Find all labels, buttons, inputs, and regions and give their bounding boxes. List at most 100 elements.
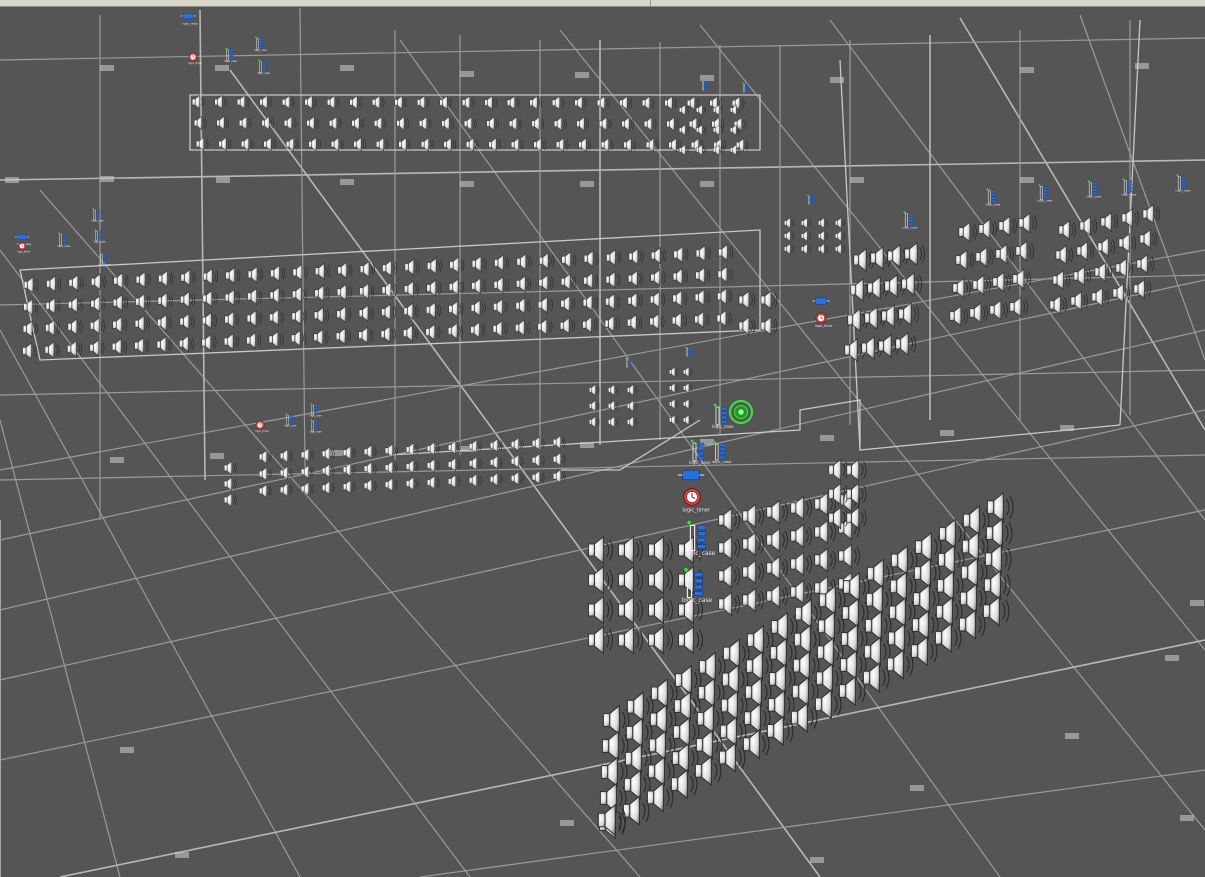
speaker-icon[interactable] [742, 587, 764, 613]
speaker-icon[interactable] [516, 253, 532, 271]
logic-case-icon[interactable] [1086, 179, 1098, 196]
speaker-icon[interactable] [801, 230, 812, 242]
speaker-icon[interactable] [912, 584, 940, 615]
speaker-icon[interactable] [363, 444, 377, 459]
speaker-icon[interactable] [576, 116, 590, 131]
logic-case-icon[interactable] [684, 345, 692, 357]
speaker-icon[interactable] [313, 306, 330, 324]
speaker-icon[interactable] [380, 325, 396, 343]
speaker-icon[interactable] [560, 295, 576, 313]
speaker-icon[interactable] [45, 319, 61, 337]
speaker-icon[interactable] [330, 137, 344, 152]
logic-relay-icon[interactable] [811, 297, 831, 305]
speaker-icon[interactable] [648, 730, 676, 761]
speaker-icon[interactable] [647, 535, 674, 565]
speaker-icon[interactable] [1100, 212, 1119, 232]
speaker-icon[interactable] [246, 310, 262, 327]
speaker-icon[interactable] [587, 625, 614, 655]
speaker-icon[interactable] [649, 313, 665, 331]
speaker-icon[interactable] [314, 284, 330, 302]
logic-case-icon[interactable] [1175, 173, 1187, 190]
speaker-icon[interactable] [359, 282, 375, 300]
speaker-icon[interactable] [697, 677, 725, 708]
speaker-icon[interactable] [22, 342, 38, 360]
speaker-icon[interactable] [214, 95, 228, 110]
speaker-icon[interactable] [351, 116, 365, 131]
speaker-icon[interactable] [1015, 240, 1034, 262]
speaker-icon[interactable] [552, 452, 566, 467]
speaker-icon[interactable] [559, 317, 575, 335]
speaker-icon[interactable] [373, 116, 387, 131]
speaker-icon[interactable] [582, 316, 598, 334]
speaker-icon[interactable] [426, 257, 443, 275]
logic-timer-icon[interactable] [255, 420, 265, 430]
logic-case-icon[interactable]: logic_case [310, 418, 322, 434]
speaker-icon[interactable] [969, 302, 988, 324]
speaker-icon[interactable] [865, 584, 893, 615]
speaker-icon[interactable] [225, 267, 241, 284]
speaker-icon[interactable] [44, 341, 60, 359]
3d-viewport[interactable]: logic_relaylogic_timerlogic_caselogic_ca… [0, 0, 1205, 877]
speaker-icon[interactable] [398, 137, 412, 152]
speaker-icon[interactable] [679, 124, 690, 136]
speaker-icon[interactable] [1018, 212, 1037, 234]
speaker-icon[interactable] [888, 597, 916, 628]
speaker-icon[interactable] [901, 272, 923, 296]
speaker-icon[interactable] [515, 297, 531, 315]
speaker-icon[interactable] [358, 304, 374, 322]
speaker-icon[interactable] [619, 95, 633, 110]
speaker-icon[interactable] [45, 297, 61, 315]
speaker-icon[interactable] [201, 312, 218, 330]
speaker-icon[interactable] [238, 116, 252, 131]
speaker-icon[interactable] [669, 382, 679, 394]
speaker-icon[interactable] [937, 544, 965, 575]
speaker-icon[interactable] [864, 610, 892, 641]
speaker-icon[interactable] [292, 263, 308, 281]
speaker-icon[interactable] [742, 559, 764, 585]
speaker-icon[interactable] [516, 275, 532, 293]
speaker-icon[interactable] [46, 275, 62, 293]
speaker-icon[interactable] [1076, 241, 1095, 261]
speaker-icon[interactable] [259, 95, 273, 110]
speaker-icon[interactable] [683, 414, 693, 426]
speaker-icon[interactable] [985, 518, 1013, 549]
speaker-icon[interactable] [270, 265, 286, 282]
speaker-icon[interactable] [224, 289, 240, 306]
speaker-icon[interactable] [606, 249, 622, 267]
speaker-icon[interactable] [308, 137, 322, 152]
speaker-icon[interactable] [760, 290, 778, 310]
speaker-icon[interactable] [358, 326, 374, 344]
speaker-icon[interactable] [744, 677, 772, 708]
speaker-icon[interactable] [694, 289, 710, 306]
logic-timer-icon[interactable] [188, 52, 198, 62]
speaker-icon[interactable] [792, 650, 820, 681]
speaker-icon[interactable] [158, 270, 174, 288]
speaker-icon[interactable] [157, 314, 173, 332]
speaker-icon[interactable] [608, 384, 619, 396]
speaker-icon[interactable] [561, 251, 577, 269]
speaker-icon[interactable] [816, 637, 844, 668]
speaker-icon[interactable] [279, 482, 293, 497]
speaker-icon[interactable] [404, 258, 420, 276]
speaker-icon[interactable] [349, 95, 363, 110]
speaker-icon[interactable] [1052, 270, 1071, 290]
speaker-icon[interactable] [960, 557, 988, 588]
speaker-icon[interactable] [468, 473, 482, 488]
speaker-icon[interactable] [627, 400, 638, 412]
speaker-icon[interactable] [646, 782, 674, 813]
speaker-icon[interactable] [718, 742, 746, 773]
speaker-icon[interactable] [342, 445, 356, 460]
speaker-icon[interactable] [984, 544, 1012, 575]
speaker-icon[interactable] [403, 302, 419, 320]
speaker-icon[interactable] [314, 262, 331, 280]
speaker-icon[interactable] [1142, 204, 1161, 224]
logic-case-icon[interactable]: logic_case [1086, 179, 1102, 199]
speaker-icon[interactable] [531, 470, 545, 485]
speaker-icon[interactable] [601, 731, 629, 761]
speaker-icon[interactable] [801, 217, 812, 229]
speaker-icon[interactable] [263, 137, 277, 152]
speaker-icon[interactable] [910, 636, 938, 667]
logic-case-icon[interactable]: logic_case [92, 207, 104, 223]
speaker-icon[interactable] [1094, 262, 1113, 282]
logic-relay-icon[interactable] [180, 12, 196, 20]
